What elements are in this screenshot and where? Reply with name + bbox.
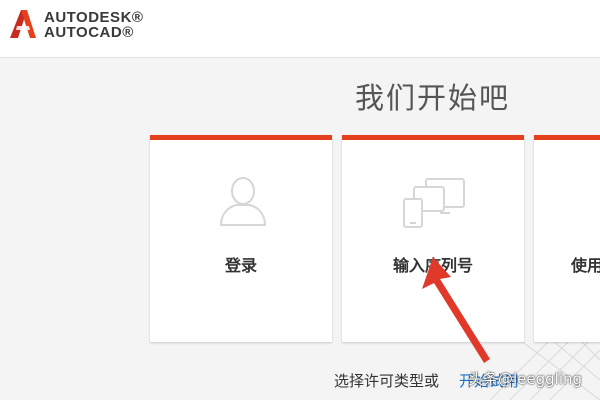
trial-label: 使用 [571, 256, 600, 275]
brand-autocad: AUTOCAD® [44, 24, 134, 41]
red-arrow-annotation [422, 257, 490, 363]
login-label: 登录 [224, 256, 257, 275]
user-icon [219, 177, 267, 226]
trial-card[interactable]: 使用 [534, 135, 600, 342]
license-type-prompt: 选择许可类型或 [334, 372, 440, 390]
watermark-text: 头条@leeggling [468, 370, 583, 388]
autocad-logo-icon [10, 10, 36, 38]
page-title: 我们开始吧 [355, 81, 511, 115]
app-header: AUTODESK® AUTOCAD® [0, 0, 600, 58]
devices-icon [403, 178, 465, 228]
login-card[interactable]: 登录 [150, 135, 332, 342]
